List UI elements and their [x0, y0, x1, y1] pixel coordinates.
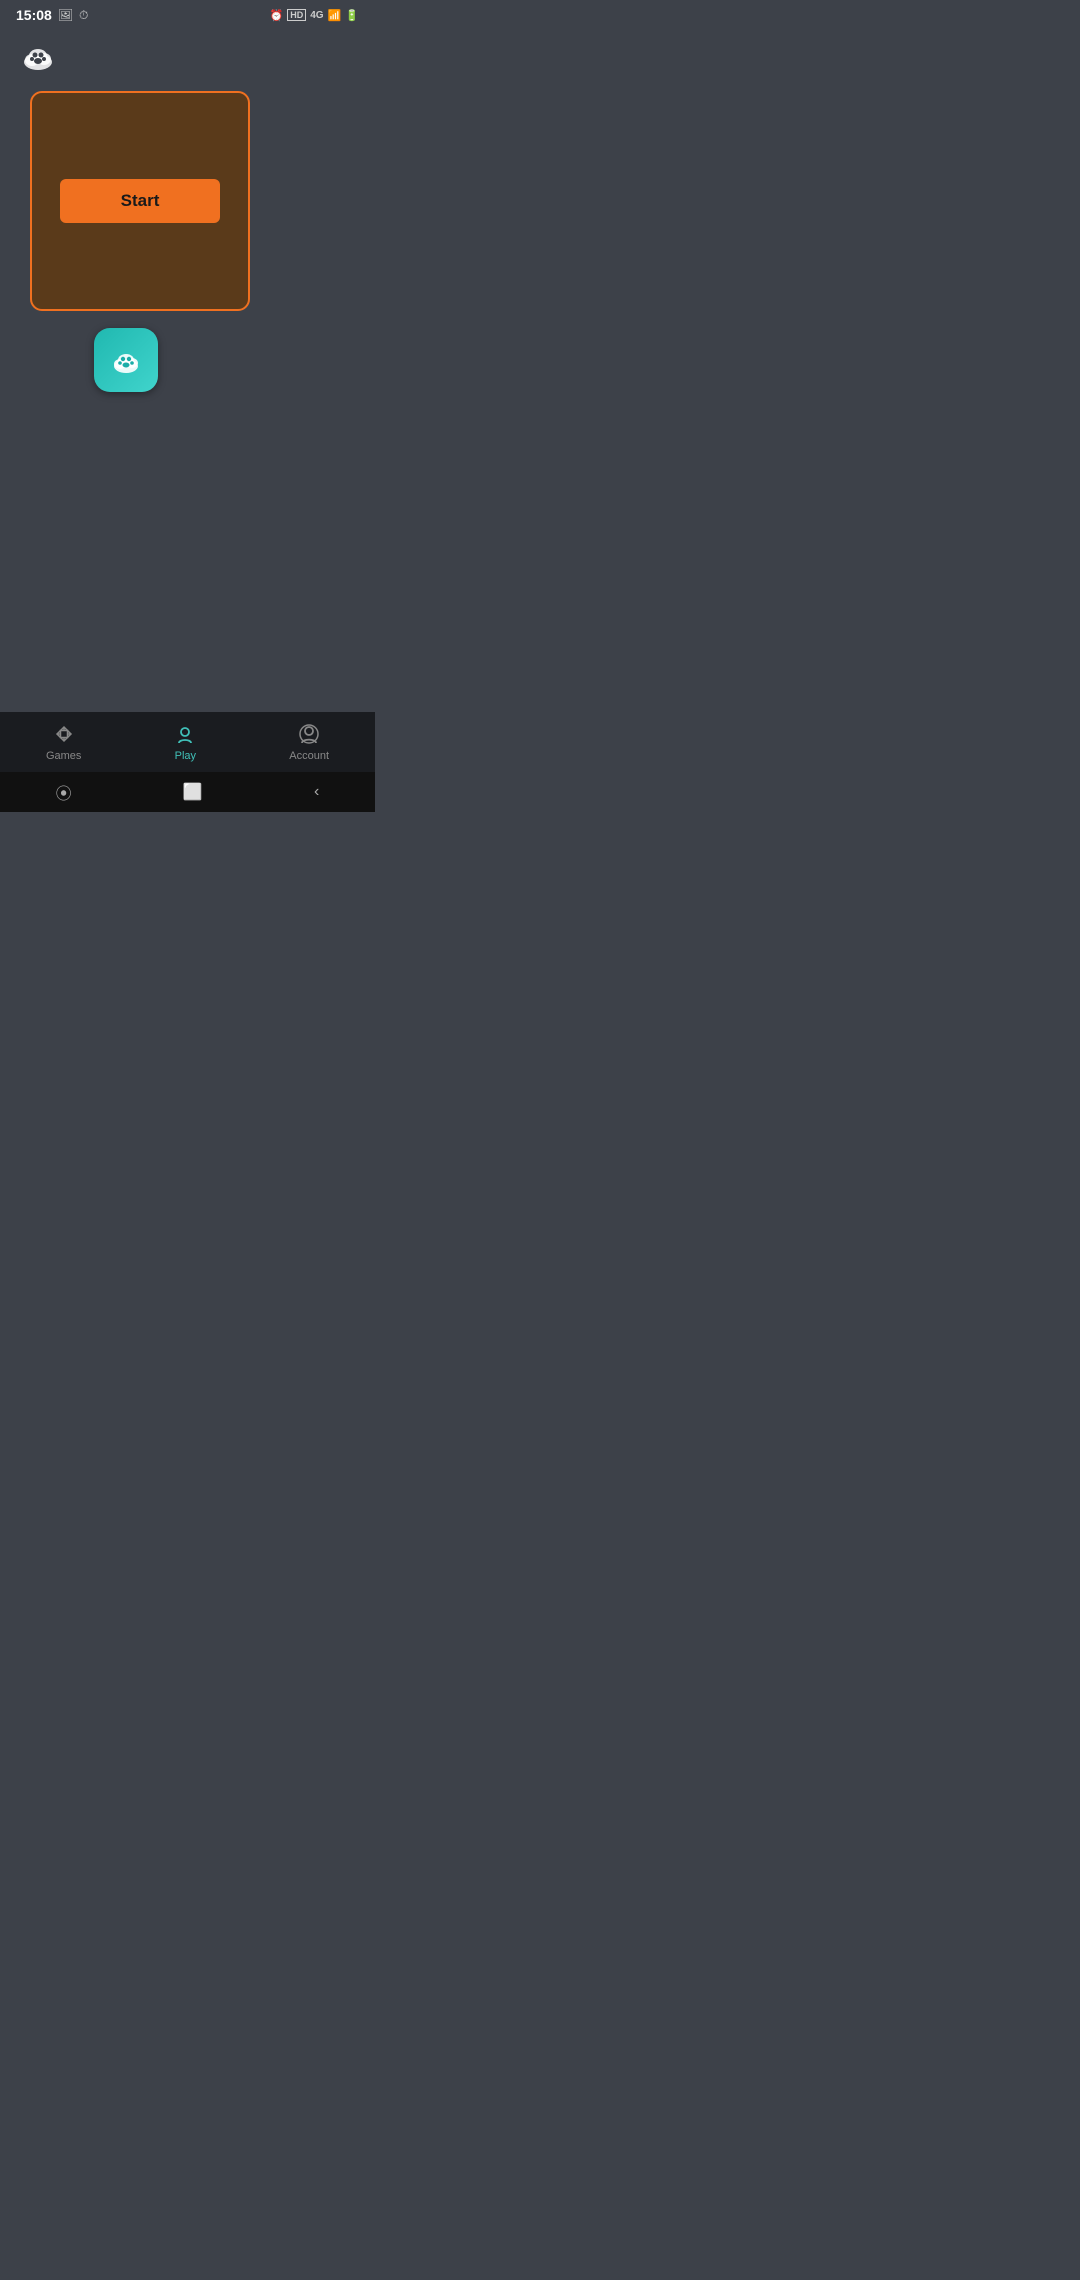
nav-item-play[interactable]: Play	[153, 718, 217, 766]
game-card: Start	[30, 91, 250, 311]
signal-icon: 📶	[328, 9, 342, 22]
status-left: 15:08 🖼 ⏱	[16, 7, 88, 23]
status-bar: 15:08 🖼 ⏱ ⏰ HD 4G 📶 🔋	[0, 0, 375, 30]
account-icon	[297, 722, 321, 746]
game-item-container: Start coc	[16, 91, 236, 364]
image-status-icon: 🖼	[58, 8, 73, 22]
android-nav-bar: ⦿ ⬜ ‹	[0, 772, 375, 812]
main-content: Start coc	[0, 91, 375, 364]
back-button[interactable]: ‹	[314, 783, 319, 801]
battery-icon: 🔋	[345, 9, 359, 22]
game-app-icon[interactable]	[94, 328, 158, 392]
nav-item-account[interactable]: Account	[269, 718, 349, 766]
header-app-icon	[16, 34, 359, 83]
play-icon	[173, 722, 197, 746]
status-right: ⏰ HD 4G 📶 🔋	[270, 9, 359, 22]
paw-cloud-app-icon	[106, 340, 146, 380]
4g-icon: 4G	[310, 10, 323, 21]
games-icon	[52, 722, 76, 746]
paw-cloud-header-icon	[16, 34, 60, 78]
status-time: 15:08	[16, 7, 52, 23]
nav-item-games[interactable]: Games	[26, 718, 101, 766]
home-button[interactable]: ⬜	[183, 782, 203, 802]
start-button[interactable]: Start	[60, 179, 220, 223]
alarm-icon: ⏰	[270, 9, 284, 22]
recents-button[interactable]: ⦿	[56, 780, 72, 804]
account-nav-label: Account	[289, 750, 329, 762]
bottom-nav: Games Play Account	[0, 712, 375, 772]
play-nav-label: Play	[175, 750, 196, 762]
games-nav-label: Games	[46, 750, 81, 762]
clock-status-icon: ⏱	[79, 8, 88, 23]
hd-badge: HD	[287, 9, 306, 21]
